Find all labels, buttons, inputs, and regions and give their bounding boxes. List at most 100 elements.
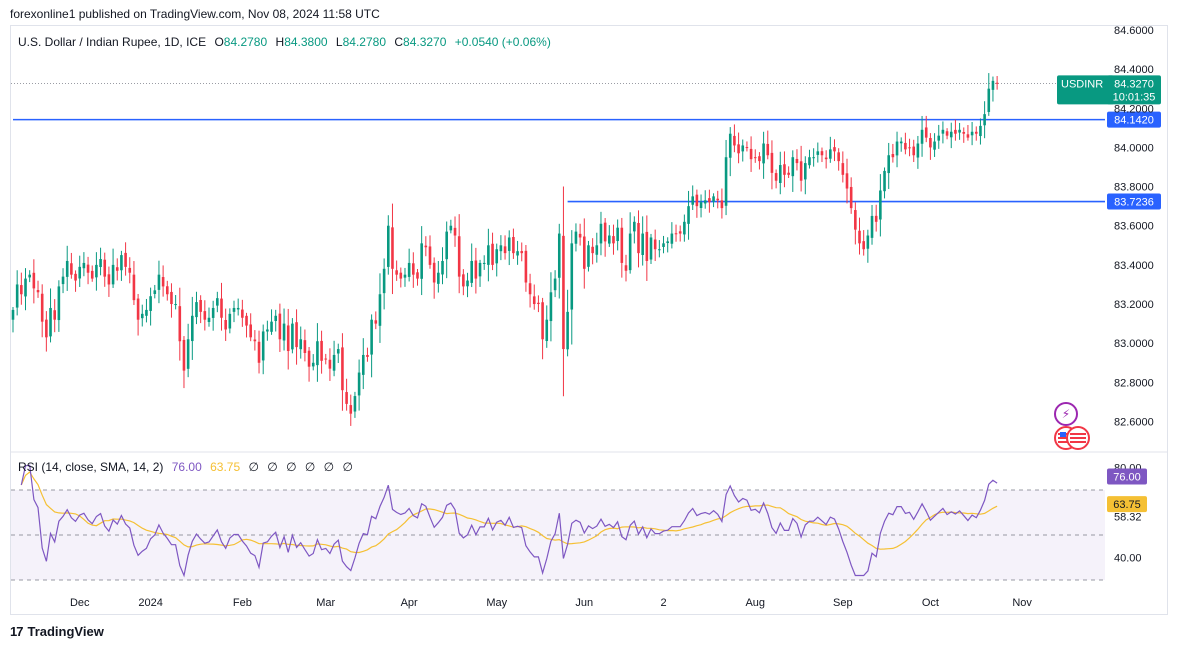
candle-body <box>220 298 223 318</box>
candle-body <box>557 233 561 278</box>
candle-body <box>899 141 903 144</box>
candle-body <box>499 245 503 252</box>
candle-body <box>61 276 65 285</box>
candle-body <box>345 392 348 404</box>
candle-body <box>487 245 490 265</box>
candle-body <box>616 227 619 242</box>
candle-body <box>666 241 669 244</box>
rsi-tick-label: 40.00 <box>1114 553 1142 565</box>
candle-body <box>136 298 140 320</box>
candle-body <box>357 372 361 396</box>
candle-body <box>987 88 991 112</box>
lightning-icon[interactable]: ⚡ <box>1054 402 1078 426</box>
candle-body <box>420 243 423 279</box>
candle-body <box>53 310 56 320</box>
candle-body <box>712 196 715 202</box>
candle-body <box>966 134 970 138</box>
candle-body <box>253 339 257 342</box>
candle-body <box>549 292 553 322</box>
candle-body <box>599 223 603 244</box>
candle-body <box>453 227 457 236</box>
open-value: 84.2780 <box>223 35 268 49</box>
candle-body <box>528 283 532 295</box>
candle-body <box>524 250 528 283</box>
candle-body <box>366 354 369 357</box>
price-tick-label: 84.6000 <box>1114 25 1154 37</box>
candle-body <box>804 163 807 180</box>
candle-body <box>633 221 636 232</box>
candle-body <box>920 129 924 144</box>
candle-body <box>99 259 102 268</box>
candle-body <box>841 163 845 175</box>
candle-body <box>904 142 907 150</box>
candle-body <box>670 233 674 244</box>
candle-body <box>103 259 107 277</box>
candle-body <box>199 299 202 312</box>
tradingview-logo-icon: 17 <box>10 624 24 639</box>
candle-body <box>728 133 732 158</box>
candle-body <box>203 311 207 320</box>
price-tick-label: 84.0000 <box>1114 142 1154 154</box>
symbol-title[interactable]: U.S. Dollar / Indian Rupee, 1D, ICE <box>18 35 206 49</box>
candle-body <box>320 340 323 361</box>
candle-body <box>854 210 857 230</box>
candle-body <box>849 186 853 209</box>
rsi-label[interactable]: RSI (14, close, SMA, 14, 2) <box>18 460 163 474</box>
candle-body <box>612 236 615 244</box>
candle-body <box>470 260 473 283</box>
candle-body <box>791 157 795 177</box>
x-tick-label: 2024 <box>138 597 162 609</box>
candle-body <box>887 155 890 174</box>
price-tick-label: 83.2000 <box>1114 299 1154 311</box>
candle-body <box>691 196 695 205</box>
chart-canvas[interactable]: 84.1420 83.7236 84.6000 84.4000 84.2000 84.0… <box>0 0 1177 650</box>
candle-body <box>645 231 649 261</box>
candle-body <box>391 227 394 269</box>
candle-body <box>257 341 261 363</box>
candle-body <box>15 284 19 308</box>
candle-body <box>578 233 582 238</box>
in-flag-icon[interactable] <box>1066 426 1090 450</box>
candle-body <box>224 319 227 330</box>
rsi-placeholder: ∅ <box>286 460 297 474</box>
candle-body <box>516 251 519 256</box>
candle-body <box>370 319 373 355</box>
candle-body <box>95 264 98 278</box>
candle-body <box>341 347 344 391</box>
candle-body <box>649 237 653 260</box>
candle-body <box>991 80 995 90</box>
candle-body <box>274 315 278 321</box>
candle-body <box>532 296 536 305</box>
candle-body <box>495 249 499 264</box>
candle-body <box>478 262 482 277</box>
candle-body <box>687 206 690 224</box>
x-tick-label: Mar <box>316 597 335 609</box>
price-badge-value: 84.3270 <box>1114 78 1154 90</box>
candle-body <box>520 251 524 254</box>
candle-body <box>724 157 728 206</box>
candle-body <box>291 323 294 350</box>
candle-body <box>107 274 111 285</box>
candle-body <box>662 243 665 247</box>
candle-body <box>412 263 415 275</box>
tradingview-footer[interactable]: 17 TradingView <box>10 624 104 639</box>
rsi-placeholder: ∅ <box>267 460 278 474</box>
candle-body <box>820 151 824 156</box>
candle-body <box>145 309 148 316</box>
candle-body <box>474 260 478 279</box>
price-tick-label: 84.4000 <box>1114 64 1154 76</box>
candle-body <box>753 157 757 159</box>
candle-body <box>132 274 136 301</box>
rsi-value-badge-label: 76.00 <box>1113 472 1141 484</box>
x-tick-label: 2 <box>660 597 666 609</box>
candle-body <box>278 313 282 340</box>
candle-body <box>958 129 961 133</box>
rsi-placeholder: ∅ <box>248 460 259 474</box>
candle-body <box>933 141 936 150</box>
x-tick-label: Apr <box>401 597 418 609</box>
candle-body <box>683 221 686 235</box>
candle-body <box>11 309 15 320</box>
candle-body <box>545 319 549 342</box>
candle-body <box>624 265 628 271</box>
candle-body <box>32 272 36 289</box>
